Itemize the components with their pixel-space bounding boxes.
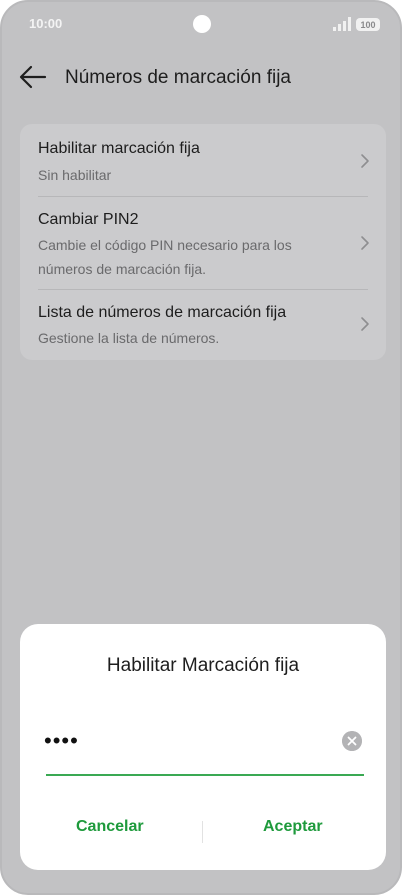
setting-title: Cambiar PIN2 [38,211,139,228]
setting-subtitle: Cambie el código PIN necesario para los … [38,237,292,277]
arrow-left-icon[interactable] [18,64,48,90]
clear-input-icon[interactable] [342,731,362,751]
setting-subtitle: Gestione la lista de números. [38,330,220,346]
setting-enable-fixed-dialing[interactable]: Habilitar marcación fija Sin habilitar [20,124,386,196]
chevron-right-icon [361,154,369,168]
chevron-right-icon [361,317,369,331]
setting-title: Habilitar marcación fija [38,140,200,157]
setting-subtitle: Sin habilitar [38,167,112,183]
pin2-input[interactable] [44,726,324,756]
page-title: Números de marcación fija [65,67,291,88]
setting-title: Lista de números de marcación fija [38,304,287,321]
input-underline [46,774,364,776]
app-header: Números de marcación fija [2,54,400,102]
setting-fixed-dialing-list[interactable]: Lista de números de marcación fija Gesti… [20,290,386,360]
button-divider [202,821,203,843]
phone-screen: 10:00 100 Números de marcación fija Habi… [0,0,402,895]
enable-fixed-dialing-dialog: Habilitar Marcación fija Cancelar Acepta… [20,624,386,870]
chevron-right-icon [361,236,369,250]
status-time: 10:00 [29,16,63,31]
battery-icon: 100 [356,18,380,31]
signal-icon [333,17,351,31]
accept-button[interactable]: Aceptar [263,818,323,836]
camera-cutout [193,15,211,33]
setting-change-pin2[interactable]: Cambiar PIN2 Cambie el código PIN necesa… [20,197,386,289]
settings-card: Habilitar marcación fija Sin habilitar C… [20,124,386,360]
dialog-title: Habilitar Marcación fija [106,655,300,676]
status-bar: 10:00 100 [2,2,400,46]
cancel-button[interactable]: Cancelar [76,818,144,836]
